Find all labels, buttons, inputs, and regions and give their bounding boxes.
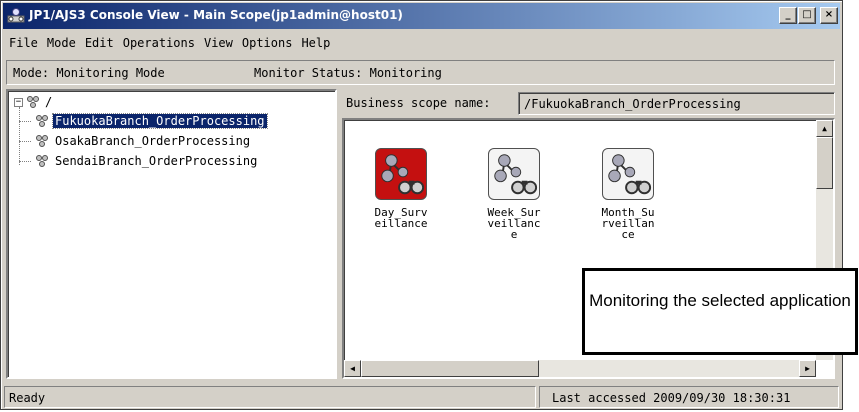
status-message: Ready xyxy=(4,386,536,408)
horizontal-scroll-thumb[interactable] xyxy=(361,360,539,377)
mode-bar: Mode: Monitoring Mode Monitor Status: Mo… xyxy=(6,60,835,85)
tree-connector xyxy=(19,121,31,122)
horizontal-scrollbar[interactable]: ◀ ▶ xyxy=(344,360,816,377)
scroll-up-icon[interactable]: ▲ xyxy=(816,120,833,137)
scroll-left-icon[interactable]: ◀ xyxy=(344,360,361,377)
jobnet-week-surveillance[interactable]: Week_Surveillance xyxy=(481,148,547,240)
menu-help[interactable]: Help xyxy=(295,36,330,50)
tree-item-osaka[interactable]: OsakaBranch_OrderProcessing xyxy=(34,134,252,148)
menu-options[interactable]: Options xyxy=(236,36,293,50)
menu-view[interactable]: View xyxy=(198,36,233,50)
tree-item-sendai[interactable]: SendaiBranch_OrderProcessing xyxy=(34,154,259,168)
scope-name-label: Business scope name: xyxy=(346,96,491,110)
last-accessed-status: Last accessed 2009/09/30 18:30:31 xyxy=(539,386,839,408)
minimize-button[interactable]: _ xyxy=(779,7,797,24)
menu-mode[interactable]: Mode xyxy=(41,36,76,50)
menu-bar: File Mode Edit Operations View Options H… xyxy=(3,32,840,54)
jobnet-monitor-icon xyxy=(602,148,654,200)
jobnet-monitor-icon xyxy=(488,148,540,200)
menu-operations[interactable]: Operations xyxy=(117,36,195,50)
scope-group-icon xyxy=(36,155,48,167)
jobnet-monitor-icon xyxy=(375,148,427,200)
window-title: JP1/AJS3 Console View - Main Scope(jp1ad… xyxy=(29,8,403,22)
tree-connector xyxy=(19,107,20,165)
scope-group-icon xyxy=(36,135,48,147)
collapse-toggle-icon[interactable]: − xyxy=(14,97,23,107)
jobnet-month-surveillance[interactable]: Month_Surveillance xyxy=(595,148,661,240)
scope-name-field: /FukuokaBranch_OrderProcessing xyxy=(518,92,835,115)
business-scope-tree[interactable]: − / FukuokaBranch_OrderProcessing OsakaB… xyxy=(6,89,337,379)
tree-item-label: FukuokaBranch_OrderProcessing xyxy=(52,113,268,129)
jobnet-day-surveillance[interactable]: Day_Surveillance xyxy=(368,148,434,229)
tree-item-fukuoka[interactable]: FukuokaBranch_OrderProcessing xyxy=(34,113,268,129)
tree-connector xyxy=(19,141,31,142)
scope-name-row: Business scope name: /FukuokaBranch_Orde… xyxy=(342,92,835,116)
jobnet-label: Month_Surveillance xyxy=(601,206,655,241)
app-icon xyxy=(7,8,25,23)
mode-indicator: Mode: Monitoring Mode xyxy=(13,66,165,80)
monitor-status: Monitor Status: Monitoring xyxy=(254,66,442,80)
close-button[interactable]: × xyxy=(820,7,838,24)
menu-edit[interactable]: Edit xyxy=(79,36,114,50)
jobnet-label: Day_Surveillance xyxy=(374,206,428,230)
scope-group-icon xyxy=(36,115,48,127)
annotation-callout: Monitoring the selected application xyxy=(582,268,858,355)
scope-group-icon xyxy=(27,96,39,108)
jobnet-label: Week_Surveillance xyxy=(487,206,541,241)
title-bar[interactable]: JP1/AJS3 Console View - Main Scope(jp1ad… xyxy=(3,3,840,29)
maximize-button[interactable]: □ xyxy=(798,7,816,24)
menu-file[interactable]: File xyxy=(3,36,38,50)
tree-connector xyxy=(19,161,31,162)
scroll-right-icon[interactable]: ▶ xyxy=(799,360,816,377)
tree-root-label: / xyxy=(45,95,53,109)
vertical-scroll-thumb[interactable] xyxy=(816,137,833,189)
tree-item-label: OsakaBranch_OrderProcessing xyxy=(55,134,251,148)
tree-item-label: SendaiBranch_OrderProcessing xyxy=(55,154,258,168)
